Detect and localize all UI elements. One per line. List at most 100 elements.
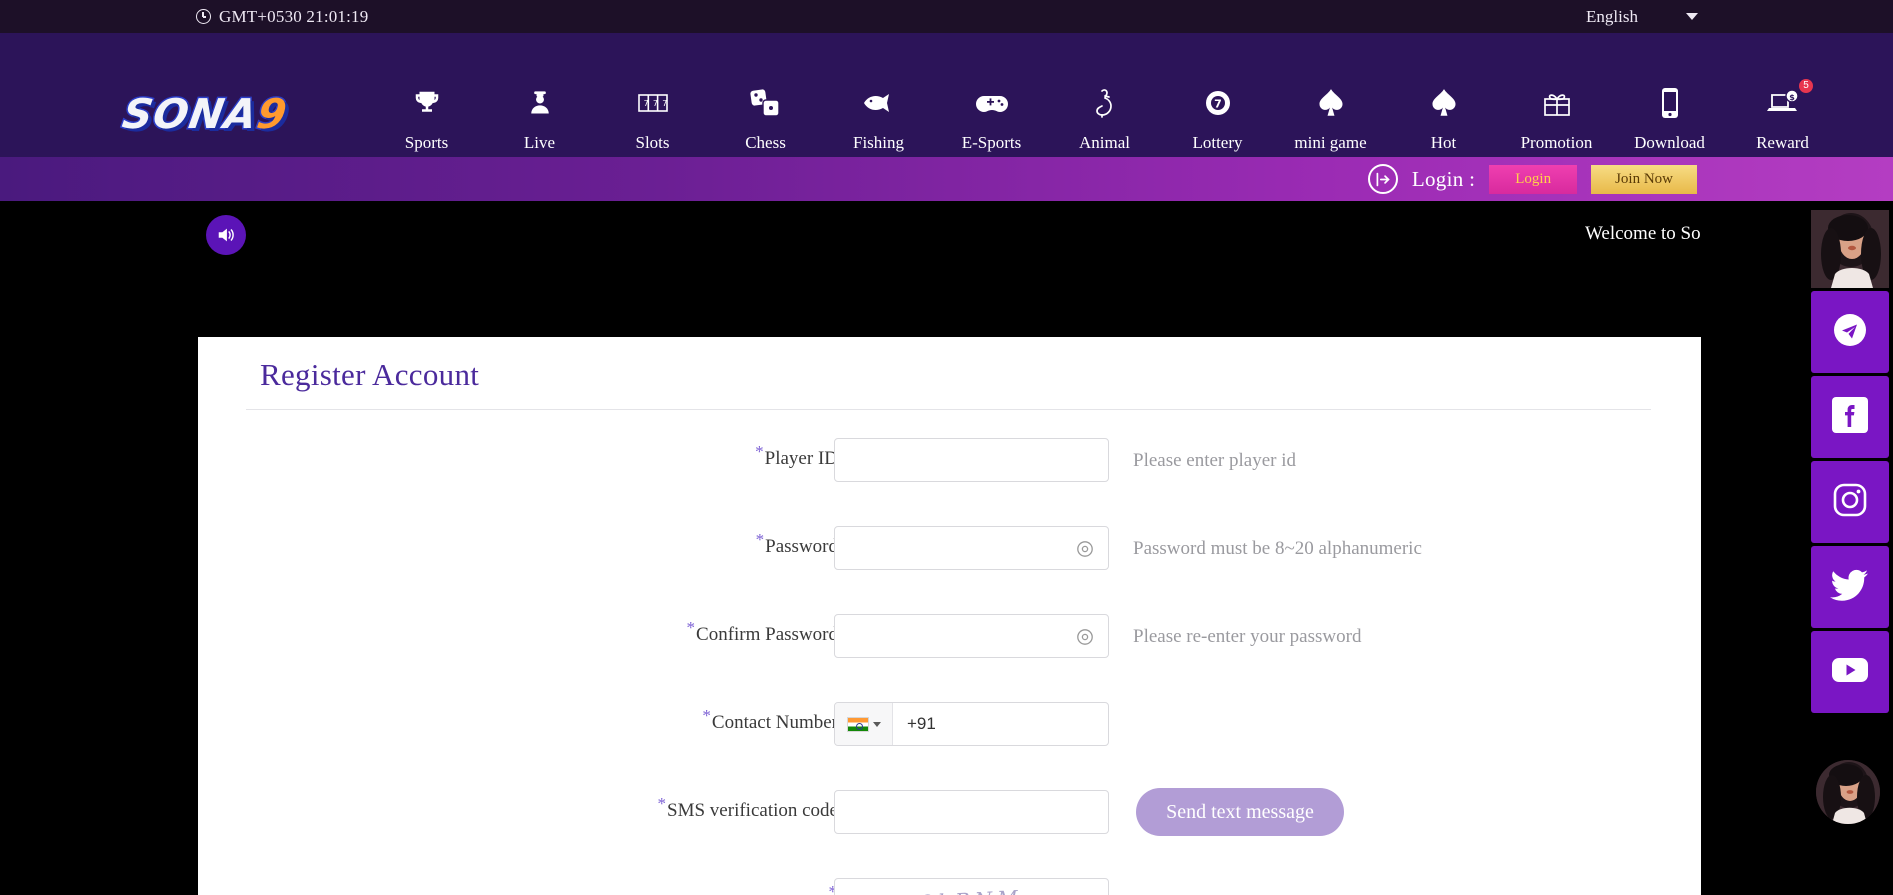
nav-item-hot[interactable]: Hot <box>1387 85 1500 153</box>
speaker-icon[interactable] <box>206 215 246 255</box>
sms-code-input[interactable] <box>835 791 1108 833</box>
register-card: Register Account *Player ID : Please ent… <box>198 337 1701 895</box>
clock-icon <box>196 9 211 24</box>
nav-item-slots[interactable]: 777 Slots <box>596 85 709 153</box>
player-id-field[interactable] <box>834 438 1109 482</box>
nav-label: Hot <box>1430 133 1457 152</box>
gift-icon <box>1541 85 1573 121</box>
nav-item-mini-game[interactable]: mini game <box>1274 85 1387 153</box>
nav-label: Promotion <box>1520 133 1593 152</box>
form-row-password: *Password : Password must be 8~20 alphan… <box>198 520 1701 608</box>
confirm-password-field[interactable] <box>834 614 1109 658</box>
gamepad-icon <box>975 85 1009 121</box>
nav-item-lottery[interactable]: 7 Lottery <box>1161 85 1274 153</box>
fish-icon <box>862 85 896 121</box>
login-bar: Login : Login Join Now <box>0 157 1893 201</box>
reward-badge: 5 <box>1799 79 1813 93</box>
nav-label: Download <box>1634 133 1705 152</box>
svg-text:7: 7 <box>643 99 648 108</box>
svg-text:7: 7 <box>1214 98 1222 111</box>
svg-text:7: 7 <box>652 99 657 108</box>
password-input[interactable] <box>835 527 1108 569</box>
nav-label: Reward <box>1756 133 1809 152</box>
captcha-field[interactable]: 3kBNM <box>834 878 1109 895</box>
register-form: *Player ID : Please enter player id *Pas… <box>198 432 1701 895</box>
nav-item-sports[interactable]: Sports <box>370 85 483 153</box>
spade-icon <box>1317 85 1345 121</box>
live-chat-avatar[interactable] <box>1816 760 1880 824</box>
site-logo[interactable]: SONA 9 <box>76 88 334 139</box>
password-field[interactable] <box>834 526 1109 570</box>
announcement-text: Welcome to So <box>1585 223 1701 244</box>
nav-item-reward[interactable]: 5 $ Reward <box>1726 79 1839 153</box>
facebook-icon <box>1832 396 1868 438</box>
nav-label: Chess <box>745 133 786 152</box>
nav-label: E-Sports <box>961 133 1022 152</box>
nav-item-download[interactable]: Download <box>1613 85 1726 153</box>
facebook-button[interactable] <box>1811 376 1889 458</box>
nav-item-live[interactable]: Live <box>483 85 596 153</box>
required-mark: * <box>702 705 711 725</box>
language-label: English <box>1586 6 1638 26</box>
top-utility-bar: GMT+0530 21:01:19 English <box>0 0 1893 33</box>
eye-icon[interactable] <box>1075 627 1095 647</box>
nav-label: Fishing <box>852 133 905 152</box>
join-now-button[interactable]: Join Now <box>1591 164 1697 194</box>
svg-text:$: $ <box>1789 93 1795 102</box>
spade-icon <box>1430 85 1458 121</box>
send-text-message-button[interactable]: Send text message <box>1136 788 1344 836</box>
telegram-button[interactable] <box>1811 291 1889 373</box>
confirm-password-hint: Please re-enter your password <box>1133 626 1362 647</box>
main-navigation: SONA 9 Sports Live 777 Slots Chess Fishi… <box>0 33 1893 157</box>
lottery-ball-icon: 7 <box>1203 85 1233 121</box>
form-row-captcha: * 3kBNM <box>198 872 1701 895</box>
nav-label: mini game <box>1294 133 1367 152</box>
nav-label: Sports <box>404 133 449 152</box>
nav-item-promotion[interactable]: Promotion <box>1500 85 1613 153</box>
language-selector[interactable]: English <box>1586 0 1698 33</box>
instagram-icon <box>1831 481 1869 524</box>
twitter-button[interactable] <box>1811 546 1889 628</box>
player-id-input[interactable] <box>835 439 1108 481</box>
captcha-image: 3kBNM <box>920 885 1023 895</box>
dice-icon <box>749 85 782 121</box>
nav-item-fishing[interactable]: Fishing <box>822 85 935 153</box>
nav-label: Lottery <box>1192 133 1243 152</box>
sms-code-field[interactable] <box>834 790 1109 834</box>
password-hint: Password must be 8~20 alphanumeric <box>1133 538 1422 559</box>
login-button[interactable]: Login <box>1489 164 1578 194</box>
slot-machine-icon: 777 <box>637 85 669 121</box>
nav-item-chess[interactable]: Chess <box>709 85 822 153</box>
chevron-down-icon <box>1686 13 1698 20</box>
youtube-button[interactable] <box>1811 631 1889 713</box>
contact-number-field[interactable] <box>834 702 1109 746</box>
nav-label: Live <box>523 133 556 152</box>
title-divider <box>246 409 1651 410</box>
nav-item-list: Sports Live 777 Slots Chess Fishing E-Sp… <box>370 79 1839 153</box>
server-time-text: GMT+0530 21:01:19 <box>219 6 369 26</box>
trophy-icon <box>412 85 442 121</box>
server-time: GMT+0530 21:01:19 <box>196 0 368 33</box>
nav-label: Slots <box>635 133 670 152</box>
dealer-icon <box>526 85 554 121</box>
nav-label: Animal <box>1079 133 1130 152</box>
form-row-confirm-password: *Confirm Password : Please re-enter your… <box>198 608 1701 696</box>
player-id-label: *Player ID <box>755 441 838 469</box>
mobile-phone-icon <box>1659 85 1681 121</box>
agent-avatar[interactable] <box>1811 210 1889 288</box>
page-root: GMT+0530 21:01:19 English SONA9 Sports <box>0 0 1893 895</box>
sms-code-label: *SMS verification code <box>657 793 838 821</box>
nav-item-esports[interactable]: E-Sports <box>935 85 1048 153</box>
logo-text-accent: 9 <box>252 88 292 139</box>
nav-item-animal[interactable]: Animal <box>1048 85 1161 153</box>
instagram-button[interactable] <box>1811 461 1889 543</box>
youtube-icon <box>1830 655 1870 690</box>
required-mark: * <box>657 793 667 813</box>
confirm-password-input[interactable] <box>835 615 1108 657</box>
country-selector[interactable] <box>835 703 893 745</box>
eye-icon[interactable] <box>1075 539 1095 559</box>
twitter-icon <box>1830 567 1870 608</box>
page-title: Register Account <box>260 357 480 392</box>
laptop-money-icon: $ <box>1766 85 1800 121</box>
form-row-sms-code: *SMS verification code : Send text messa… <box>198 784 1701 872</box>
